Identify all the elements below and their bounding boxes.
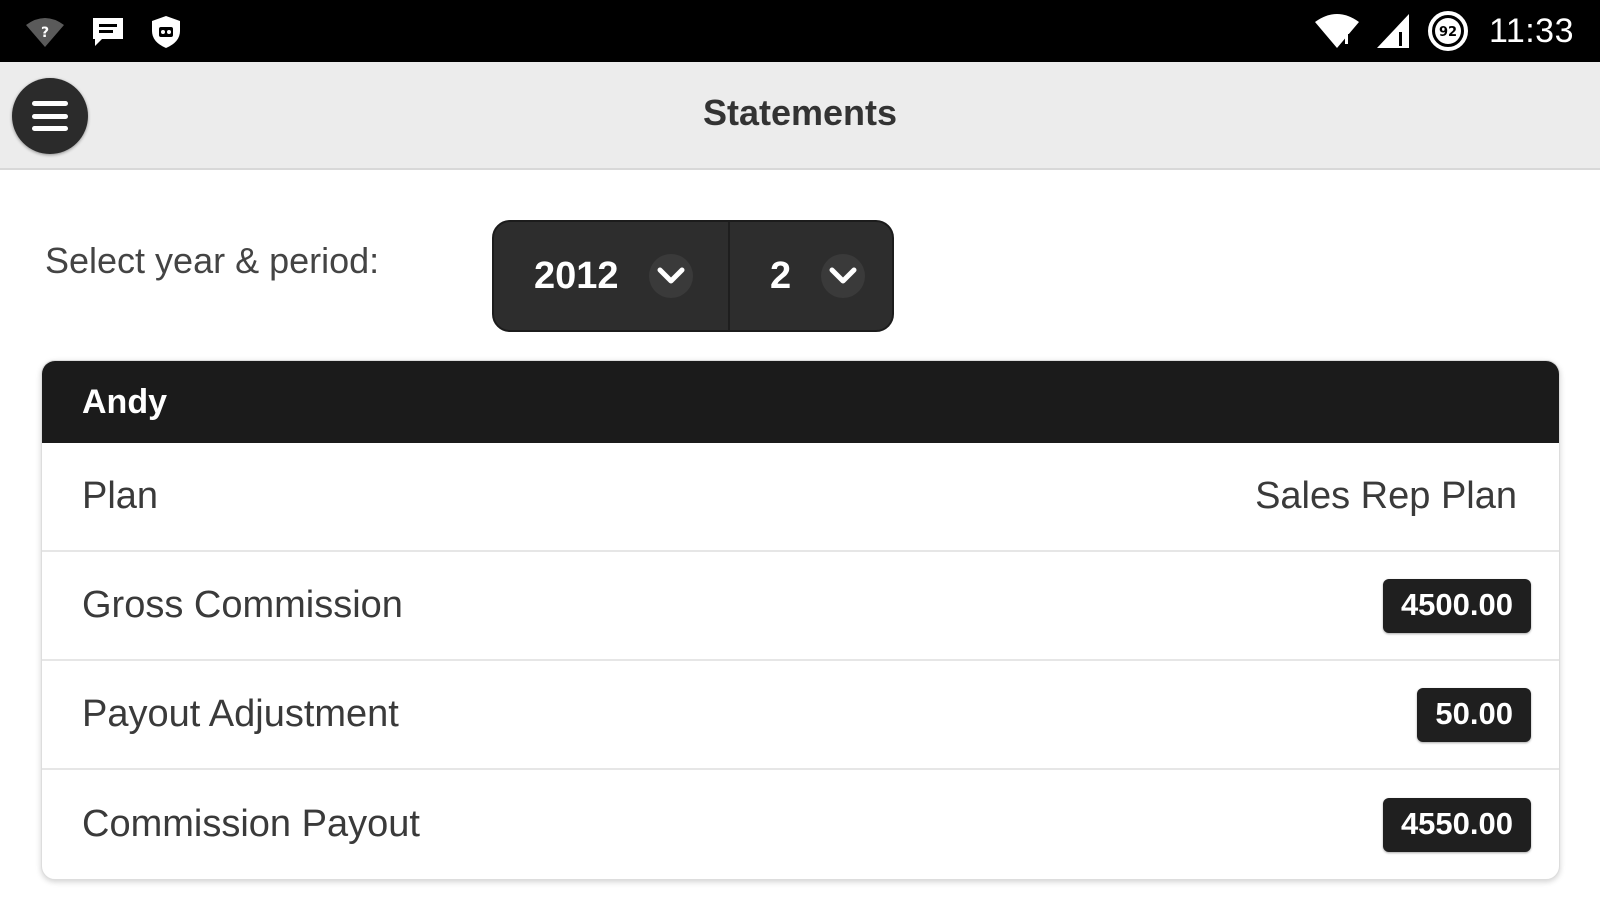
payout-adjustment-badge: 50.00: [1417, 687, 1531, 742]
payout-adjustment-row[interactable]: Payout Adjustment 50.00: [42, 661, 1559, 770]
gross-commission-row[interactable]: Gross Commission 4500.00: [42, 552, 1559, 661]
status-bar: ? 92 11:33: [0, 0, 1600, 62]
commission-payout-badge: 4550.00: [1382, 797, 1531, 852]
plan-row[interactable]: Plan Sales Rep Plan: [42, 443, 1559, 552]
plan-value: Sales Rep Plan: [1255, 475, 1517, 517]
rep-name: Andy: [82, 382, 167, 421]
status-right-icons: 92 11:33: [1313, 8, 1574, 54]
status-time: 11:33: [1488, 11, 1574, 50]
commission-payout-label: Commission Payout: [82, 803, 420, 845]
wifi-question-icon: ?: [24, 15, 66, 49]
status-left-icons: ?: [24, 12, 182, 52]
statement-card-header: Andy: [42, 361, 1559, 443]
gross-commission-label: Gross Commission: [82, 584, 403, 626]
shield-icon: [150, 14, 182, 50]
chevron-down-icon: [648, 254, 693, 298]
svg-text:92: 92: [1439, 25, 1457, 40]
payout-adjustment-label: Payout Adjustment: [82, 693, 399, 735]
page-title: Statements: [702, 92, 898, 133]
year-select[interactable]: 2012: [494, 222, 730, 330]
svg-text:?: ?: [41, 25, 49, 41]
statement-card: Andy Plan Sales Rep Plan Gross Commissio…: [41, 360, 1560, 880]
period-select[interactable]: 2: [730, 222, 892, 330]
battery-icon: 92: [1427, 10, 1469, 52]
year-period-selector: 2012 2: [492, 220, 894, 332]
cell-signal-icon: [1375, 12, 1413, 50]
period-value: 2: [770, 254, 792, 297]
gross-commission-badge: 4500.00: [1382, 578, 1531, 633]
app-header: Statements: [0, 62, 1600, 170]
commission-payout-row[interactable]: Commission Payout 4550.00: [42, 770, 1559, 879]
wifi-icon: [1313, 12, 1361, 50]
year-value: 2012: [534, 254, 619, 297]
chevron-down-icon: [821, 254, 866, 298]
select-year-period-label: Select year & period:: [45, 240, 380, 281]
message-icon: [90, 15, 126, 49]
plan-label: Plan: [82, 475, 159, 517]
